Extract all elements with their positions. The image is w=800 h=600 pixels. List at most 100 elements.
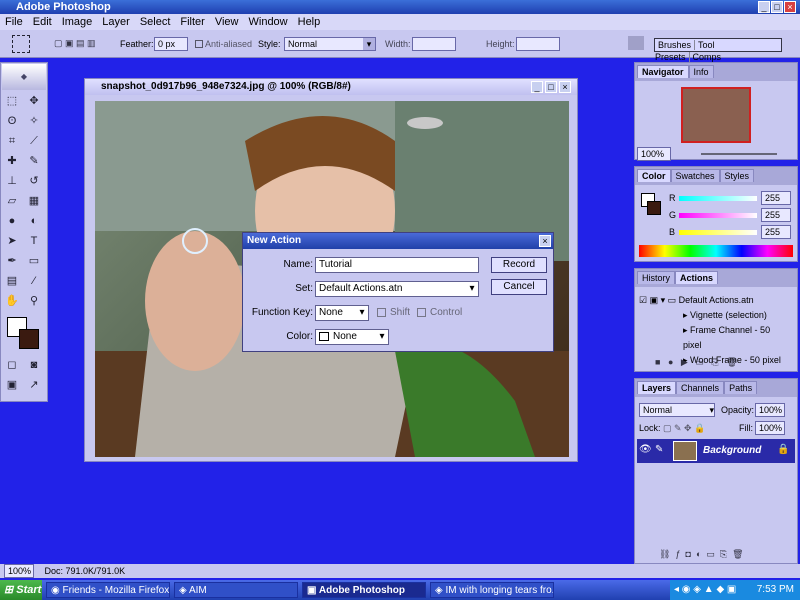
pen-icon[interactable]: ✒ (3, 253, 21, 269)
tab-styles[interactable]: Styles (719, 169, 755, 182)
selection-mode-icons[interactable]: ▢ ▣ ▤ ▥ (54, 38, 104, 50)
r-slider[interactable] (679, 196, 757, 201)
clone-stamp-icon[interactable]: ⊥ (3, 173, 21, 189)
doc-close-icon[interactable]: × (559, 81, 571, 93)
shape-icon[interactable]: ▭ (25, 253, 43, 269)
lasso-icon[interactable]: ʘ (3, 113, 21, 129)
taskbar-photoshop[interactable]: ▣ Adobe Photoshop (302, 582, 426, 598)
tab-color[interactable]: Color (637, 169, 671, 182)
tab-swatches[interactable]: Swatches (670, 169, 720, 182)
background-color-swatch[interactable] (19, 329, 39, 349)
status-zoom[interactable]: 100% (4, 564, 34, 578)
control-checkbox[interactable] (417, 308, 426, 317)
healing-brush-icon[interactable]: ✚ (3, 153, 21, 169)
history-brush-icon[interactable]: ↺ (25, 173, 43, 189)
tab-paths[interactable]: Paths (724, 381, 758, 394)
quick-mask-icon[interactable]: ◙ (25, 357, 43, 373)
screen-mode-icon[interactable]: ▣ (3, 377, 21, 393)
menu-layer[interactable]: Layer (97, 14, 135, 30)
name-input[interactable]: Tutorial (315, 257, 479, 273)
bg-color-swatch[interactable] (647, 201, 661, 215)
new-action-icon[interactable]: ⎘ (711, 357, 718, 367)
new-set-icon[interactable]: ▭ (695, 357, 704, 367)
eyedropper-icon[interactable]: ⁄ (25, 273, 43, 289)
dialog-title-bar[interactable]: New Action (243, 233, 553, 249)
brush-icon[interactable]: ✎ (25, 153, 43, 169)
blur-icon[interactable]: ● (3, 213, 21, 229)
brushes-tab[interactable]: Brushes (655, 40, 696, 50)
navigator-zoom-slider[interactable] (701, 153, 777, 155)
cancel-button[interactable]: Cancel (491, 279, 547, 295)
delete-layer-icon[interactable]: 🗑 (732, 549, 743, 559)
menu-image[interactable]: Image (57, 14, 98, 30)
lock-icons[interactable]: ▢ ✎ ✥ 🔒 (663, 423, 705, 434)
height-input[interactable] (516, 37, 560, 51)
mask-icon[interactable]: ◘ (685, 549, 690, 559)
tray-icons[interactable]: ◂ ◉ ◈ ▲ ◆ ▣ (674, 584, 736, 595)
taskbar-firefox[interactable]: ◉ Friends - Mozilla Firefox (46, 582, 170, 598)
taskbar-aim[interactable]: ◈ AIM (174, 582, 298, 598)
close-icon[interactable]: × (784, 1, 796, 13)
function-key-select[interactable]: None ▾ (315, 305, 369, 321)
style-select[interactable]: Normal ▾ (284, 37, 376, 51)
record-button[interactable]: Record (491, 257, 547, 273)
slice-icon[interactable]: ⟋ (25, 133, 43, 149)
antialiased-checkbox[interactable] (195, 40, 203, 48)
type-icon[interactable]: T (25, 233, 43, 249)
g-input[interactable]: 255 (761, 208, 791, 222)
crop-icon[interactable]: ⌗ (3, 133, 21, 149)
r-input[interactable]: 255 (761, 191, 791, 205)
navigator-thumbnail[interactable] (681, 87, 751, 143)
width-input[interactable] (412, 37, 456, 51)
play-icon[interactable]: ▶ (681, 357, 688, 367)
menu-view[interactable]: View (210, 14, 244, 30)
g-slider[interactable] (679, 213, 757, 218)
link-icon[interactable]: ⛓ (659, 549, 670, 559)
taskbar-im[interactable]: ◈ IM with longing tears fro... (430, 582, 554, 598)
tab-info[interactable]: Info (688, 65, 714, 78)
dodge-icon[interactable]: ◐ (25, 213, 43, 229)
menu-help[interactable]: Help (293, 14, 326, 30)
minimize-icon[interactable]: _ (758, 1, 770, 13)
layer-style-icon[interactable]: ƒ (675, 549, 680, 559)
start-button[interactable]: ⊞ Start (0, 580, 42, 600)
notes-icon[interactable]: ▤ (3, 273, 21, 289)
fill-input[interactable]: 100% (755, 421, 785, 435)
standard-mode-icon[interactable]: ◻ (3, 357, 21, 373)
magic-wand-icon[interactable]: ✧ (25, 113, 43, 129)
marquee-icon[interactable]: ⬚ (3, 93, 21, 109)
move-icon[interactable]: ✥ (25, 93, 43, 109)
menu-window[interactable]: Window (244, 14, 293, 30)
tab-history[interactable]: History (637, 271, 676, 284)
hand-icon[interactable]: ✋ (3, 293, 21, 309)
menu-file[interactable]: File (0, 14, 28, 30)
tab-channels[interactable]: Channels (676, 381, 725, 394)
doc-minimize-icon[interactable]: _ (531, 81, 543, 93)
list-item[interactable]: ☑ ▣ ▾ ▭ Default Actions.atn (639, 293, 789, 308)
b-slider[interactable] (679, 230, 757, 235)
record-icon[interactable]: ● (668, 357, 673, 367)
palette-well-icon[interactable] (628, 36, 644, 50)
navigator-zoom[interactable]: 100% (637, 147, 671, 161)
brush-link-icon[interactable]: ✎ (655, 444, 663, 455)
layer-row-background[interactable]: 👁 ✎ Background 🔒 (637, 439, 795, 463)
new-group-icon[interactable]: ▭ (706, 549, 715, 559)
dialog-close-icon[interactable]: × (539, 235, 551, 247)
doc-maximize-icon[interactable]: □ (545, 81, 557, 93)
feather-input[interactable]: 0 px (154, 37, 188, 51)
stop-icon[interactable]: ■ (655, 357, 660, 367)
blend-mode-select[interactable]: Normal ▾ (639, 403, 715, 417)
list-item[interactable]: ▸ Vignette (selection) (639, 308, 789, 323)
menu-filter[interactable]: Filter (175, 14, 209, 30)
comps-tab[interactable]: Comps (690, 52, 725, 62)
set-select[interactable]: Default Actions.atn ▾ (315, 281, 479, 297)
path-selection-icon[interactable]: ➤ (3, 233, 21, 249)
shift-checkbox[interactable] (377, 308, 386, 317)
tab-layers[interactable]: Layers (637, 381, 677, 394)
delete-icon[interactable]: 🗑 (726, 357, 737, 367)
marquee-tool-icon[interactable] (12, 35, 30, 53)
menu-edit[interactable]: Edit (28, 14, 57, 30)
b-input[interactable]: 255 (761, 225, 791, 239)
maximize-icon[interactable]: □ (771, 1, 783, 13)
list-item[interactable]: ▸ Frame Channel - 50 pixel (639, 323, 789, 353)
